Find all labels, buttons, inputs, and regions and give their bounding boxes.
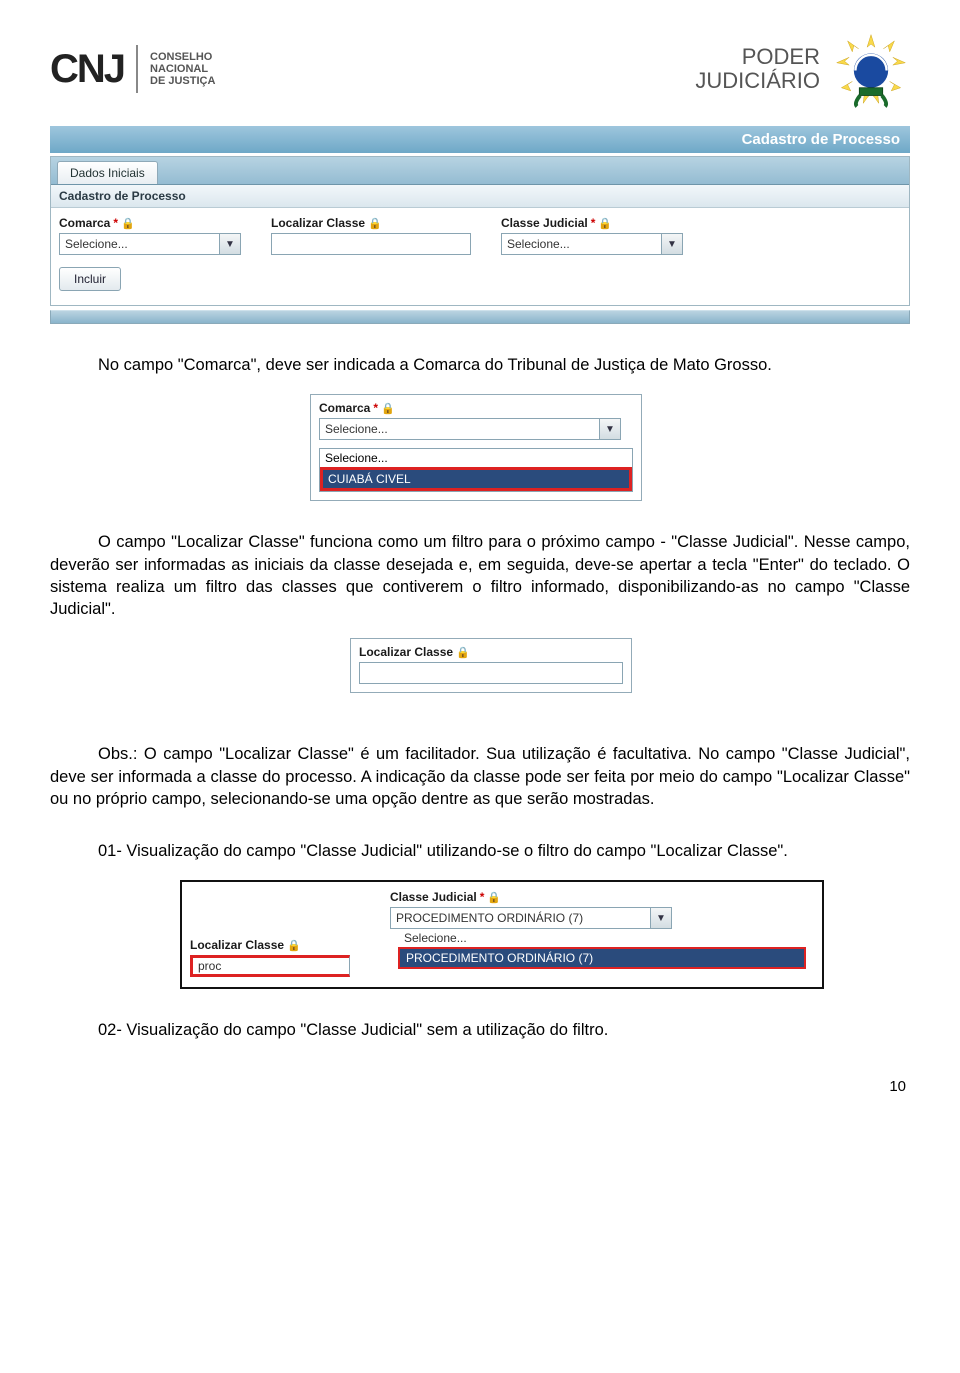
field-classe-judicial: Classe Judicial*🔒 Selecione... ▼ <box>501 216 683 255</box>
lock-icon: 🔒 <box>598 217 612 230</box>
page-header: CNJ CONSELHO NACIONAL DE JUSTIÇA PODER J… <box>50 20 910 126</box>
lock-icon: 🔒 <box>287 939 301 952</box>
incluir-button[interactable]: Incluir <box>59 267 121 291</box>
judiciario-label: JUDICIÁRIO <box>695 69 820 93</box>
cj-label-text: Classe Judicial <box>390 890 477 904</box>
field-localizar-classe: Localizar Classe🔒 <box>271 216 471 255</box>
classe-judicial-select[interactable]: PROCEDIMENTO ORDINÁRIO (7) ▼ <box>390 907 814 929</box>
comarca-label-text: Comarca <box>59 216 110 230</box>
localizar-classe-input[interactable] <box>271 233 471 255</box>
comarca-value[interactable]: Selecione... <box>319 418 599 440</box>
field-localizar-classe: Localizar Classe🔒 <box>190 938 350 977</box>
tab-dados-iniciais[interactable]: Dados Iniciais <box>57 161 158 184</box>
poder-judiciario-logo: PODER JUDICIÁRIO <box>695 30 910 108</box>
chevron-down-icon[interactable]: ▼ <box>661 233 683 255</box>
document-title: Cadastro de Processo <box>742 131 900 148</box>
poder-label: PODER <box>695 45 820 69</box>
paragraph-comarca: No campo "Comarca", deve ser indicada a … <box>50 354 910 376</box>
screenshot-classe-judicial-filtered: Localizar Classe🔒 Classe Judicial*🔒 PROC… <box>180 880 824 989</box>
page-number: 10 <box>50 1078 910 1095</box>
localizar-classe-label: Localizar Classe🔒 <box>190 938 350 952</box>
lock-icon: 🔒 <box>381 402 395 415</box>
comarca-dropdown-list: Selecione... CUIABÁ CIVEL <box>319 448 633 492</box>
cj-label-text: Classe Judicial <box>501 216 588 230</box>
loc-label-text: Localizar Classe <box>359 645 453 659</box>
classe-judicial-select[interactable]: Selecione... ▼ <box>501 233 683 255</box>
comarca-label: Comarca*🔒 <box>59 216 241 230</box>
gradient-separator <box>50 310 910 324</box>
required-icon: * <box>591 216 596 230</box>
lock-icon: 🔒 <box>487 891 501 904</box>
localizar-classe-label: Localizar Classe🔒 <box>351 639 631 662</box>
required-icon: * <box>113 216 118 230</box>
comarca-label-text: Comarca <box>319 401 370 415</box>
screenshot-cadastro-form: Dados Iniciais Cadastro de Processo Coma… <box>50 156 910 306</box>
localizar-classe-input[interactable] <box>190 955 350 977</box>
cnj-subtitle: CONSELHO NACIONAL DE JUSTIÇA <box>150 51 215 87</box>
panel-title: Cadastro de Processo <box>51 185 909 208</box>
field-comarca: Comarca*🔒 Selecione... ▼ <box>59 216 241 255</box>
brazil-emblem-icon <box>832 30 910 108</box>
localizar-classe-input[interactable] <box>359 662 623 684</box>
comarca-value[interactable]: Selecione... <box>59 233 219 255</box>
lock-icon: 🔒 <box>121 217 135 230</box>
cnj-line3: DE JUSTIÇA <box>150 75 215 87</box>
form-fields-row: Comarca*🔒 Selecione... ▼ Localizar Class… <box>51 208 909 265</box>
cj-value[interactable]: PROCEDIMENTO ORDINÁRIO (7) <box>390 907 650 929</box>
paragraph-localizar-classe: O campo "Localizar Classe" funciona como… <box>50 531 910 620</box>
screenshot-localizar-classe: Localizar Classe🔒 <box>350 638 632 693</box>
pj-text: PODER JUDICIÁRIO <box>695 45 820 93</box>
cnj-line1: CONSELHO <box>150 51 215 63</box>
cnj-line2: NACIONAL <box>150 63 215 75</box>
paragraph-obs: Obs.: O campo "Localizar Classe" é um fa… <box>50 743 910 810</box>
required-icon: * <box>373 401 378 415</box>
screenshot-comarca-dropdown: Comarca*🔒 Selecione... ▼ Selecione... CU… <box>310 394 642 501</box>
chevron-down-icon[interactable]: ▼ <box>599 418 621 440</box>
fields-row: Localizar Classe🔒 Classe Judicial*🔒 PROC… <box>182 882 822 987</box>
comarca-select[interactable]: Selecione... ▼ <box>319 418 633 440</box>
required-icon: * <box>480 890 485 904</box>
field-classe-judicial: Classe Judicial*🔒 PROCEDIMENTO ORDINÁRIO… <box>390 890 814 977</box>
classe-judicial-label: Classe Judicial*🔒 <box>501 216 683 230</box>
button-row: Incluir <box>51 265 909 305</box>
document-title-bar: Cadastro de Processo <box>50 126 910 153</box>
dropdown-option-procedimento[interactable]: PROCEDIMENTO ORDINÁRIO (7) <box>398 947 806 969</box>
paragraph-viz-02: 02- Visualização do campo "Classe Judici… <box>50 1019 910 1041</box>
lock-icon: 🔒 <box>456 646 470 659</box>
comarca-label: Comarca*🔒 <box>311 395 641 418</box>
tabstrip: Dados Iniciais <box>51 157 909 185</box>
localizar-classe-label: Localizar Classe🔒 <box>271 216 471 230</box>
loc-label-text: Localizar Classe <box>190 938 284 952</box>
classe-judicial-label: Classe Judicial*🔒 <box>390 890 814 904</box>
cnj-logo: CNJ CONSELHO NACIONAL DE JUSTIÇA <box>50 45 215 93</box>
comarca-select[interactable]: Selecione... ▼ <box>59 233 241 255</box>
dropdown-option-blank[interactable]: Selecione... <box>320 449 632 467</box>
cnj-mark: CNJ <box>50 47 124 92</box>
dropdown-option-blank[interactable]: Selecione... <box>398 929 806 947</box>
loc-label-text: Localizar Classe <box>271 216 365 230</box>
divider-icon <box>134 45 140 93</box>
lock-icon: 🔒 <box>368 217 382 230</box>
cj-value[interactable]: Selecione... <box>501 233 661 255</box>
chevron-down-icon[interactable]: ▼ <box>219 233 241 255</box>
paragraph-viz-01: 01- Visualização do campo "Classe Judici… <box>50 840 910 862</box>
dropdown-option-cuiaba[interactable]: CUIABÁ CIVEL <box>320 467 632 491</box>
chevron-down-icon[interactable]: ▼ <box>650 907 672 929</box>
